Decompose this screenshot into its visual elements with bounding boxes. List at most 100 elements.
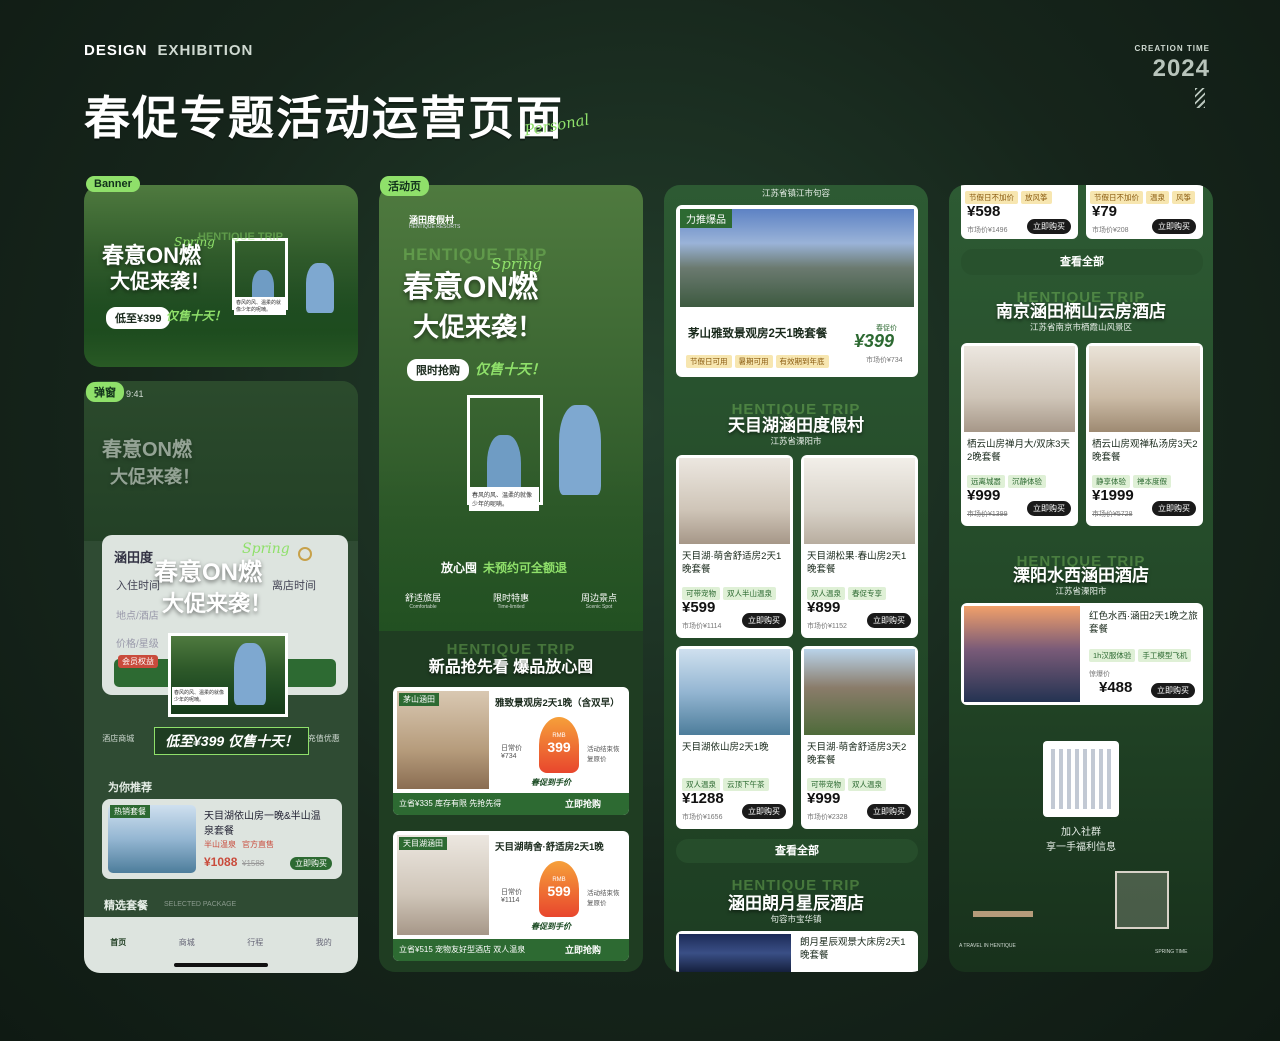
- product-price: ¥999: [807, 790, 841, 807]
- activity-headline: 春意ON燃: [403, 271, 538, 304]
- offer-hint: 春促到手价: [531, 922, 571, 931]
- offer-daily-value: ¥1114: [501, 897, 520, 904]
- buy-button[interactable]: 立即购买: [1152, 219, 1196, 234]
- child-figure: [306, 263, 334, 313]
- offer-daily-label: 日常价: [501, 745, 522, 752]
- product-card[interactable]: 朗月星辰观景大床房2天1晚套餐: [676, 931, 918, 972]
- sec2-location: 句容市宝华镇: [770, 914, 822, 924]
- buy-button[interactable]: 立即购买: [742, 613, 786, 628]
- new-section-title: 新品抢先看 爆品放心囤: [428, 659, 594, 676]
- checkout-field[interactable]: 离店时间: [272, 577, 316, 593]
- banner-subheadline: 大促来袭！: [110, 271, 210, 293]
- product-chips: 1h汉服体验 手工模型飞机: [1089, 645, 1194, 663]
- popup-note: 春风的风、温柔的就像少年的呢喃。: [172, 687, 228, 705]
- offer-tag: 天目湖涵田: [399, 837, 447, 850]
- product-name: 天目湖依山房2天1晚: [682, 742, 769, 753]
- product-card[interactable]: 红色水西·涵田2天1晚之旅套餐 1h汉服体验 手工模型飞机 惊爆价 ¥488 立即…: [961, 603, 1203, 705]
- product-image: [804, 458, 915, 544]
- buy-button[interactable]: 立即购买: [1027, 219, 1071, 234]
- member-badge: 会员权益: [118, 655, 158, 668]
- popup-headline: 春意ON燃: [154, 559, 262, 586]
- dim-headline: 春意ON燃: [102, 439, 192, 461]
- product-card[interactable]: 节假日不加价 放风筝 ¥598 市场价¥1496 立即购买: [961, 185, 1078, 239]
- price-pill: 低至¥399: [106, 307, 171, 329]
- hot-price: ¥399: [854, 331, 895, 351]
- hot-market-price: 市场价¥734: [866, 357, 903, 364]
- popup-price-banner[interactable]: 低至¥399 仅售十天！: [154, 727, 310, 755]
- footer-left: A TRAVEL IN HENTIQUE: [959, 943, 1016, 949]
- nav-trip[interactable]: 行程: [247, 937, 263, 973]
- product-image: [1089, 346, 1200, 432]
- buy-button[interactable]: 立即购买: [1027, 501, 1071, 516]
- product-market-price: 市场价¥208: [1092, 227, 1129, 234]
- product-card[interactable]: 天目湖·萌舍舒适房2天1晚套餐 可带宠物 双人半山温泉 ¥599 市场价¥1114…: [676, 455, 793, 638]
- product-card[interactable]: 天目湖·萌舍舒适房3天2晚套餐 可带宠物 双人温泉 ¥999 市场价¥2328 立…: [801, 646, 918, 829]
- banner-panel[interactable]: HENTIQUE TRIP Spring 春意ON燃 大促来袭！ 低至¥399 …: [84, 185, 358, 367]
- offer-buy-button[interactable]: 立即抢购: [565, 797, 601, 810]
- product-card[interactable]: 节假日不加价 温泉 风筝 ¥79 市场价¥208 立即购买: [1086, 185, 1203, 239]
- offer-end-note: 活动结束恢复原价: [587, 890, 620, 907]
- hot-chips: 节假日可用 暑期可用 有效期到年底: [686, 351, 832, 369]
- product-price: ¥899: [807, 599, 841, 616]
- product-card[interactable]: 栖云山房观禅私汤房3天2晚套餐 静享体验 禅本度假 ¥1999 市场价¥5728 …: [1086, 343, 1203, 526]
- offer-hint: 春促到手价: [531, 778, 571, 787]
- qr-caption-a: 加入社群: [1061, 827, 1101, 838]
- popup-panel: 9:41 春意ON燃 大促来袭！ 涵田度 入住时间 离店时间 地点/酒店 价格/…: [84, 381, 358, 973]
- product-image: [804, 649, 915, 735]
- product-card[interactable]: 天目湖依山房2天1晚 双人温泉 云顶下午茶 ¥1288 市场价¥1656 立即购买: [676, 646, 793, 829]
- offer-daily-label: 日常价: [501, 889, 522, 896]
- product-image: [679, 458, 790, 544]
- qr-code[interactable]: [1043, 741, 1119, 817]
- offer-card[interactable]: 天目湖涵田 天目湖萌舍·舒适房2天1晚 日常价 ¥1114 RMB 599 活动…: [393, 831, 629, 961]
- nav-mine[interactable]: 我的: [316, 937, 332, 973]
- view-all-button[interactable]: 查看全部: [961, 249, 1203, 275]
- feature-comfortable: 舒适旅居 Comfortable: [404, 593, 441, 610]
- sec1-title: 南京涵田栖山云房酒店: [996, 302, 1166, 321]
- feature-row: 舒适旅居 Comfortable 限时特惠 Time-limited 周边景点 Sce…: [379, 591, 643, 610]
- product-price: ¥599: [682, 599, 716, 616]
- sale-text: 仅售十天！: [475, 361, 545, 377]
- product-price: ¥1999: [1092, 487, 1134, 504]
- child-figure: [559, 405, 601, 495]
- product-card[interactable]: 栖云山房禅月大/双床3天2晚套餐 远离城嚣 沉静体验 ¥999 市场价¥1399 …: [961, 343, 1078, 526]
- buy-button[interactable]: 立即购买: [1152, 501, 1196, 516]
- sec2-title: 溧阳水西涵田酒店: [1013, 566, 1149, 585]
- view-all-button[interactable]: 查看全部: [676, 839, 918, 863]
- hot-card[interactable]: 力推爆品 茅山雅致景观房2天1晚套餐 节假日可用 暑期可用 有效期到年底 春促价 ¥…: [676, 205, 918, 377]
- quick-icon-mall[interactable]: 酒店商城: [102, 733, 134, 765]
- product-name: 栖云山房观禅私汤房3天2晚套餐: [1092, 439, 1198, 463]
- camp-chair: [1115, 871, 1169, 929]
- offer-image: [397, 835, 489, 935]
- nav-mall[interactable]: 商城: [179, 937, 195, 973]
- price-flame: RMB 399: [539, 717, 579, 773]
- product-name: 天目湖·萌舍舒适房3天2晚套餐: [807, 742, 907, 766]
- footer-right: SPRING TIME: [1155, 949, 1188, 955]
- quick-icon-recharge[interactable]: 充值优惠: [308, 733, 340, 765]
- rec-chip: 半山温泉: [204, 840, 236, 849]
- dim-subheadline: 大促来袭！: [110, 467, 200, 487]
- nav-home[interactable]: 首页: [110, 937, 126, 973]
- product-name: 朗月星辰观景大床房2天1晚套餐: [800, 937, 906, 961]
- sec1-title: 天目湖涵田度假村: [728, 416, 864, 435]
- rec-card[interactable]: 热销套餐 天目湖依山房一晚&半山温泉套餐 半山温泉 官方直售 ¥1088 ¥15…: [102, 799, 342, 879]
- feature-time-limited: 限时特惠 Time-limited: [492, 593, 529, 610]
- sec2-title: 涵田朗月星辰酒店: [728, 894, 864, 913]
- creation-year: 2024: [1152, 55, 1210, 82]
- tag-activity: 活动页: [380, 176, 429, 196]
- buy-button[interactable]: 立即购买: [867, 613, 911, 628]
- product-image: [964, 606, 1080, 702]
- location-icon[interactable]: [298, 547, 312, 561]
- product-market-price: 市场价¥1399: [967, 511, 1008, 518]
- price-field[interactable]: 价格/星级: [116, 635, 159, 650]
- location-field[interactable]: 地点/酒店: [116, 607, 159, 622]
- product-card[interactable]: 天目湖松果·春山房2天1晚套餐 双人温泉 春促专享 ¥899 市场价¥1152 立…: [801, 455, 918, 638]
- product-market-price: 市场价¥1152: [807, 623, 847, 630]
- offer-card[interactable]: 茅山涵田 雅致景观房2天1晚（含双早） 日常价 ¥734 RMB 399 活动结…: [393, 687, 629, 815]
- buy-button[interactable]: 立即购买: [742, 804, 786, 819]
- rec-buy-button[interactable]: 立即购买: [290, 857, 332, 870]
- offer-buy-button[interactable]: 立即抢购: [565, 943, 601, 956]
- offer-end-note: 活动结束恢复原价: [587, 746, 620, 763]
- buy-button[interactable]: 立即购买: [867, 804, 911, 819]
- pkg-title: 精选套餐: [104, 900, 148, 912]
- buy-button[interactable]: 立即购买: [1151, 683, 1195, 698]
